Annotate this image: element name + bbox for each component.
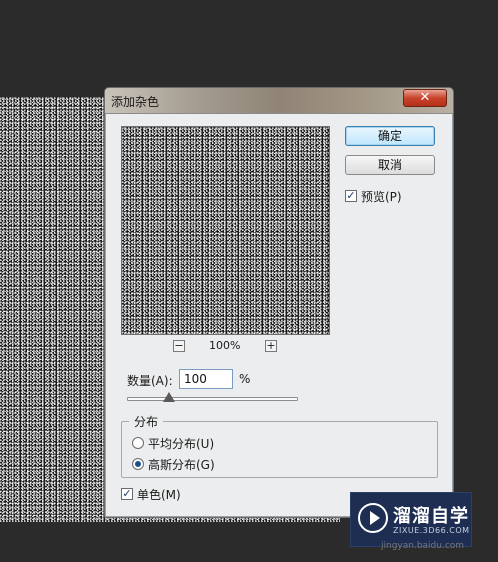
watermark-url: ZIXUE.3D66.COM	[393, 526, 470, 535]
dialog-title: 添加杂色	[111, 95, 160, 109]
gaussian-label[interactable]: 高斯分布(G)	[148, 456, 215, 473]
footer-source-text: jingyan.baidu.com	[381, 541, 465, 551]
distribution-title: 分布	[129, 413, 164, 430]
monochromatic-label[interactable]: 单色(M)	[137, 486, 181, 503]
preview-checkbox[interactable]: ✓	[345, 190, 357, 202]
dialog-titlebar[interactable]: 添加杂色 ✕	[105, 88, 453, 114]
preview-label[interactable]: 预览(P)	[361, 188, 402, 205]
close-button[interactable]: ✕	[403, 89, 447, 107]
cancel-button[interactable]: 取消	[345, 155, 435, 175]
amount-slider-thumb[interactable]	[163, 392, 175, 402]
zoom-controls: − 100% +	[173, 339, 283, 353]
zoom-level: 100%	[209, 339, 241, 352]
amount-input[interactable]: 100	[179, 369, 233, 389]
amount-label: 数量(A):	[127, 374, 173, 388]
preview-image[interactable]	[121, 126, 330, 335]
watermark-name: 溜溜自学	[393, 506, 469, 527]
monochromatic-checkbox[interactable]: ✓	[121, 488, 133, 500]
watermark-badge: 溜溜自学 ZIXUE.3D66.COM	[350, 492, 472, 547]
zoom-in-button[interactable]: +	[265, 340, 277, 352]
ok-button[interactable]: 确定	[345, 126, 435, 146]
uniform-label[interactable]: 平均分布(U)	[148, 435, 214, 452]
zoom-out-button[interactable]: −	[173, 340, 185, 352]
gaussian-radio[interactable]	[132, 458, 144, 470]
amount-slider-track[interactable]	[127, 397, 298, 401]
play-logo-icon	[358, 503, 388, 533]
uniform-radio[interactable]	[132, 437, 144, 449]
amount-unit: %	[239, 372, 251, 386]
add-noise-dialog: 添加杂色 ✕ − 100% + 确定 取消 ✓ 预览(P) 数量(A): 100…	[104, 87, 454, 518]
